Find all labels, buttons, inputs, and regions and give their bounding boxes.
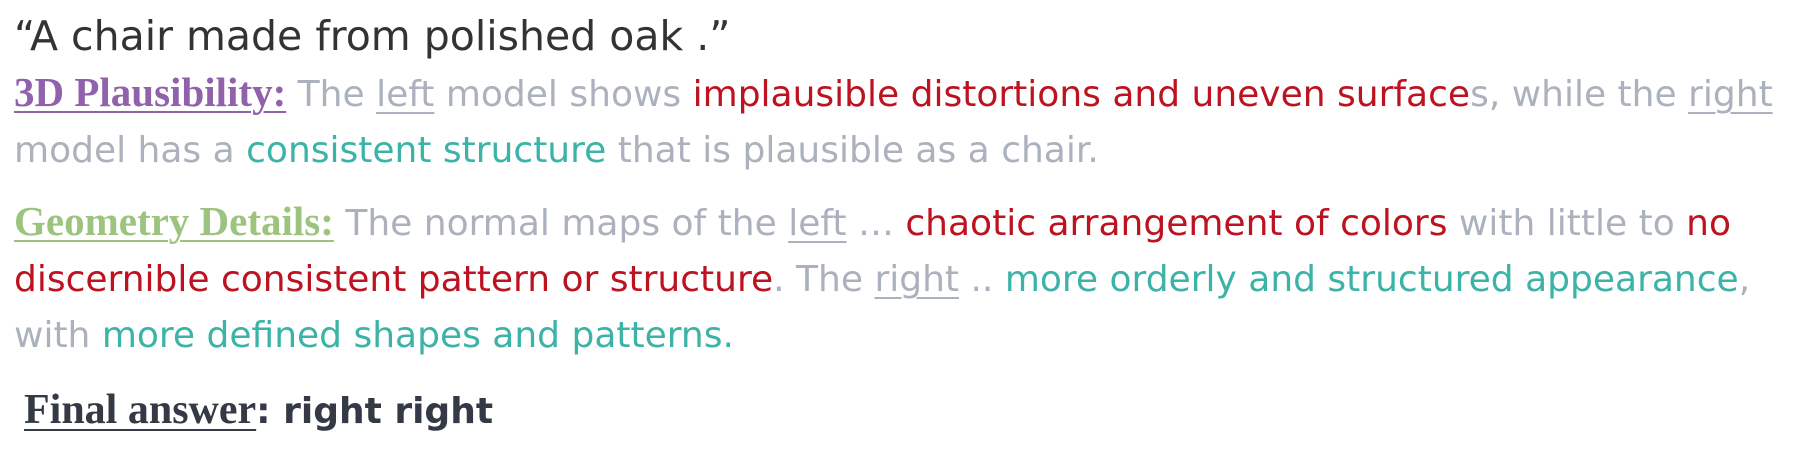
geometry-paragraph: Geometry Details: The normal maps of the… xyxy=(14,193,1804,364)
geometry-text-5: .. xyxy=(959,259,1005,300)
geometry-text-3: with little to xyxy=(1447,203,1687,244)
prompt-text: “A chair made from polished oak .” xyxy=(14,12,731,60)
final-answer-label: Final answer xyxy=(24,387,257,433)
geometry-negative-1: chaotic arrangement of colors xyxy=(905,203,1448,244)
geometry-text-4: . The xyxy=(773,259,875,300)
plausibility-text-5: that is plausible as a chair. xyxy=(606,130,1099,171)
comparison-card: “A chair made from polished oak .” 3D Pl… xyxy=(14,8,1804,440)
geometry-text-1: The normal maps of the xyxy=(333,203,789,244)
plausibility-heading: 3D Plausibility: xyxy=(14,69,287,115)
geometry-positive-2: more defined shapes and patterns. xyxy=(101,315,734,356)
plausibility-text-2: model shows xyxy=(434,74,693,115)
plausibility-positive-1: consistent structure xyxy=(246,130,607,171)
final-answer: Final answer: right right xyxy=(24,382,1804,440)
plausibility-negative-1: implausible distortions and uneven surfa… xyxy=(692,74,1471,115)
geometry-positive-1: more orderly and structured appearance xyxy=(1004,259,1739,300)
plausibility-text-3: s, while the xyxy=(1470,74,1689,115)
plausibility-text-1: The xyxy=(286,74,377,115)
final-answer-value: : right right xyxy=(256,391,494,432)
plausibility-paragraph: 3D Plausibility: The left model shows im… xyxy=(14,64,1804,179)
geometry-left-ref: left xyxy=(788,203,847,244)
geometry-text-2: … xyxy=(846,203,906,244)
geometry-heading: Geometry Details: xyxy=(14,198,334,244)
plausibility-right-ref: right xyxy=(1688,74,1773,115)
geometry-right-ref: right xyxy=(874,259,960,300)
plausibility-left-ref: left xyxy=(376,74,435,115)
plausibility-text-4: model has a xyxy=(14,130,247,171)
